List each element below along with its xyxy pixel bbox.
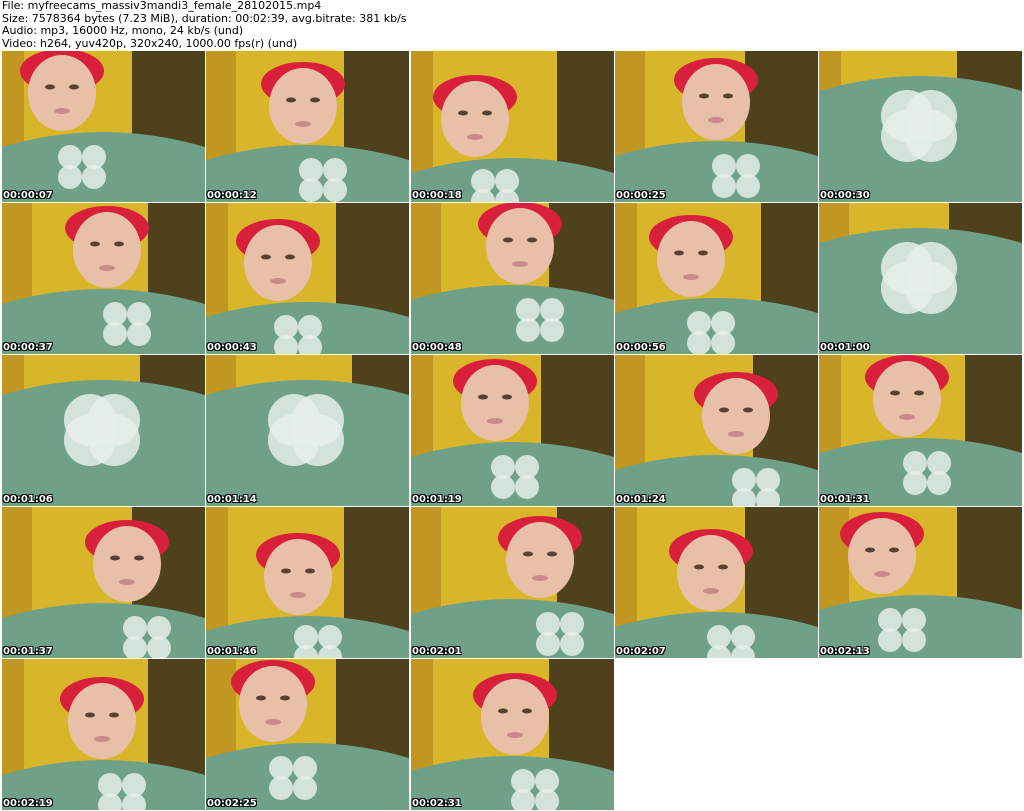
video-info-line: Video: h264, yuv420p, 320x240, 1000.00 f… (2, 36, 298, 50)
video-thumbnail: 00:01:46 (206, 507, 409, 658)
thumbnail-frame-image (2, 355, 205, 506)
thumbnail-timestamp: 00:00:48 (412, 342, 462, 353)
thumbnail-frame-image (2, 203, 205, 354)
thumbnail-timestamp: 00:00:56 (616, 342, 666, 353)
thumbnail-frame-image (206, 659, 409, 810)
thumbnail-timestamp: 00:02:01 (412, 646, 462, 657)
thumbnail-timestamp: 00:02:07 (616, 646, 666, 657)
video-thumbnail: 00:01:14 (206, 355, 409, 506)
video-thumbnail: 00:01:06 (2, 355, 205, 506)
video-thumbnail: 00:02:25 (206, 659, 409, 810)
thumbnail-timestamp: 00:01:24 (616, 494, 666, 505)
file-info-header: File: myfreecams_massiv3mandi3_female_28… (2, 0, 1022, 50)
thumbnail-frame-image (819, 203, 1022, 354)
thumbnail-timestamp: 00:00:07 (3, 190, 53, 201)
thumbnail-timestamp: 00:01:19 (412, 494, 462, 505)
thumbnail-timestamp: 00:02:13 (820, 646, 870, 657)
thumbnail-frame-image (411, 355, 614, 506)
thumbnail-timestamp: 00:01:31 (820, 494, 870, 505)
thumbnail-frame-image (206, 355, 409, 506)
video-thumbnail: 00:01:24 (615, 355, 818, 506)
thumbnail-frame-image (615, 51, 818, 202)
video-thumbnail: 00:00:25 (615, 51, 818, 202)
thumbnail-timestamp: 00:02:25 (207, 798, 257, 809)
thumbnail-frame-image (2, 507, 205, 658)
video-thumbnail: 00:02:01 (411, 507, 614, 658)
video-thumbnail: 00:00:18 (411, 51, 614, 202)
thumbnail-timestamp: 00:00:37 (3, 342, 53, 353)
thumbnail-timestamp: 00:01:37 (3, 646, 53, 657)
thumbnail-frame-image (615, 507, 818, 658)
thumbnail-frame-image (411, 203, 614, 354)
video-thumbnail: 00:01:00 (819, 203, 1022, 354)
thumbnail-frame-image (819, 51, 1022, 202)
video-thumbnail: 00:00:30 (819, 51, 1022, 202)
video-thumbnail: 00:00:07 (2, 51, 205, 202)
thumbnail-frame-image (819, 355, 1022, 506)
thumbnail-frame-image (411, 51, 614, 202)
thumbnail-frame-image (206, 51, 409, 202)
video-thumbnail: 00:00:56 (615, 203, 818, 354)
video-thumbnail: 00:00:48 (411, 203, 614, 354)
thumbnail-frame-image (819, 507, 1022, 658)
thumbnail-frame-image (2, 51, 205, 202)
thumbnail-frame-image (2, 659, 205, 810)
video-thumbnail: 00:02:31 (411, 659, 614, 810)
video-thumbnail: 00:01:19 (411, 355, 614, 506)
thumbnail-grid: 00:00:07 00:00:12 00:00:18 00:00:25 00:00:30… (2, 51, 1022, 811)
thumbnail-frame-image (615, 355, 818, 506)
thumbnail-timestamp: 00:01:46 (207, 646, 257, 657)
file-name-line: File: myfreecams_massiv3mandi3_female_28… (2, 0, 322, 12)
thumbnail-timestamp: 00:00:43 (207, 342, 257, 353)
thumbnail-frame-image (615, 203, 818, 354)
video-thumbnail: 00:00:43 (206, 203, 409, 354)
thumbnail-timestamp: 00:00:30 (820, 190, 870, 201)
thumbnail-timestamp: 00:02:31 (412, 798, 462, 809)
video-thumbnail: 00:00:12 (206, 51, 409, 202)
video-thumbnail: 00:02:07 (615, 507, 818, 658)
video-thumbnail: 00:01:31 (819, 355, 1022, 506)
thumbnail-frame-image (411, 659, 614, 810)
thumbnail-frame-image (411, 507, 614, 658)
video-thumbnail: 00:02:19 (2, 659, 205, 810)
thumbnail-timestamp: 00:01:14 (207, 494, 257, 505)
video-thumbnail: 00:00:37 (2, 203, 205, 354)
thumbnail-timestamp: 00:01:06 (3, 494, 53, 505)
video-thumbnail: 00:01:37 (2, 507, 205, 658)
thumbnail-timestamp: 00:02:19 (3, 798, 53, 809)
video-thumbnail: 00:02:13 (819, 507, 1022, 658)
thumbnail-timestamp: 00:00:18 (412, 190, 462, 201)
thumbnail-timestamp: 00:00:25 (616, 190, 666, 201)
audio-info-line: Audio: mp3, 16000 Hz, mono, 24 kb/s (und… (2, 24, 244, 37)
thumbnail-timestamp: 00:00:12 (207, 190, 257, 201)
thumbnail-frame-image (206, 203, 409, 354)
thumbnail-timestamp: 00:01:00 (820, 342, 870, 353)
thumbnail-frame-image (206, 507, 409, 658)
